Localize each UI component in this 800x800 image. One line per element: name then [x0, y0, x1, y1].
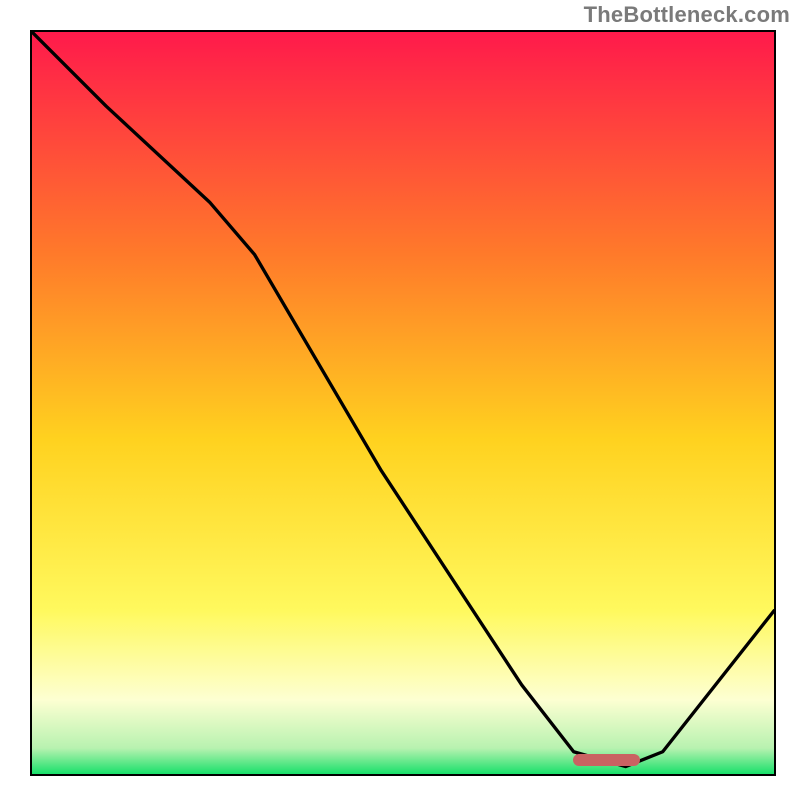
- plot-area: [30, 30, 776, 776]
- ideal-range-marker: [573, 754, 640, 766]
- bottleneck-curve: [32, 32, 774, 774]
- chart-frame: TheBottleneck.com: [0, 0, 800, 800]
- watermark-text: TheBottleneck.com: [584, 2, 790, 28]
